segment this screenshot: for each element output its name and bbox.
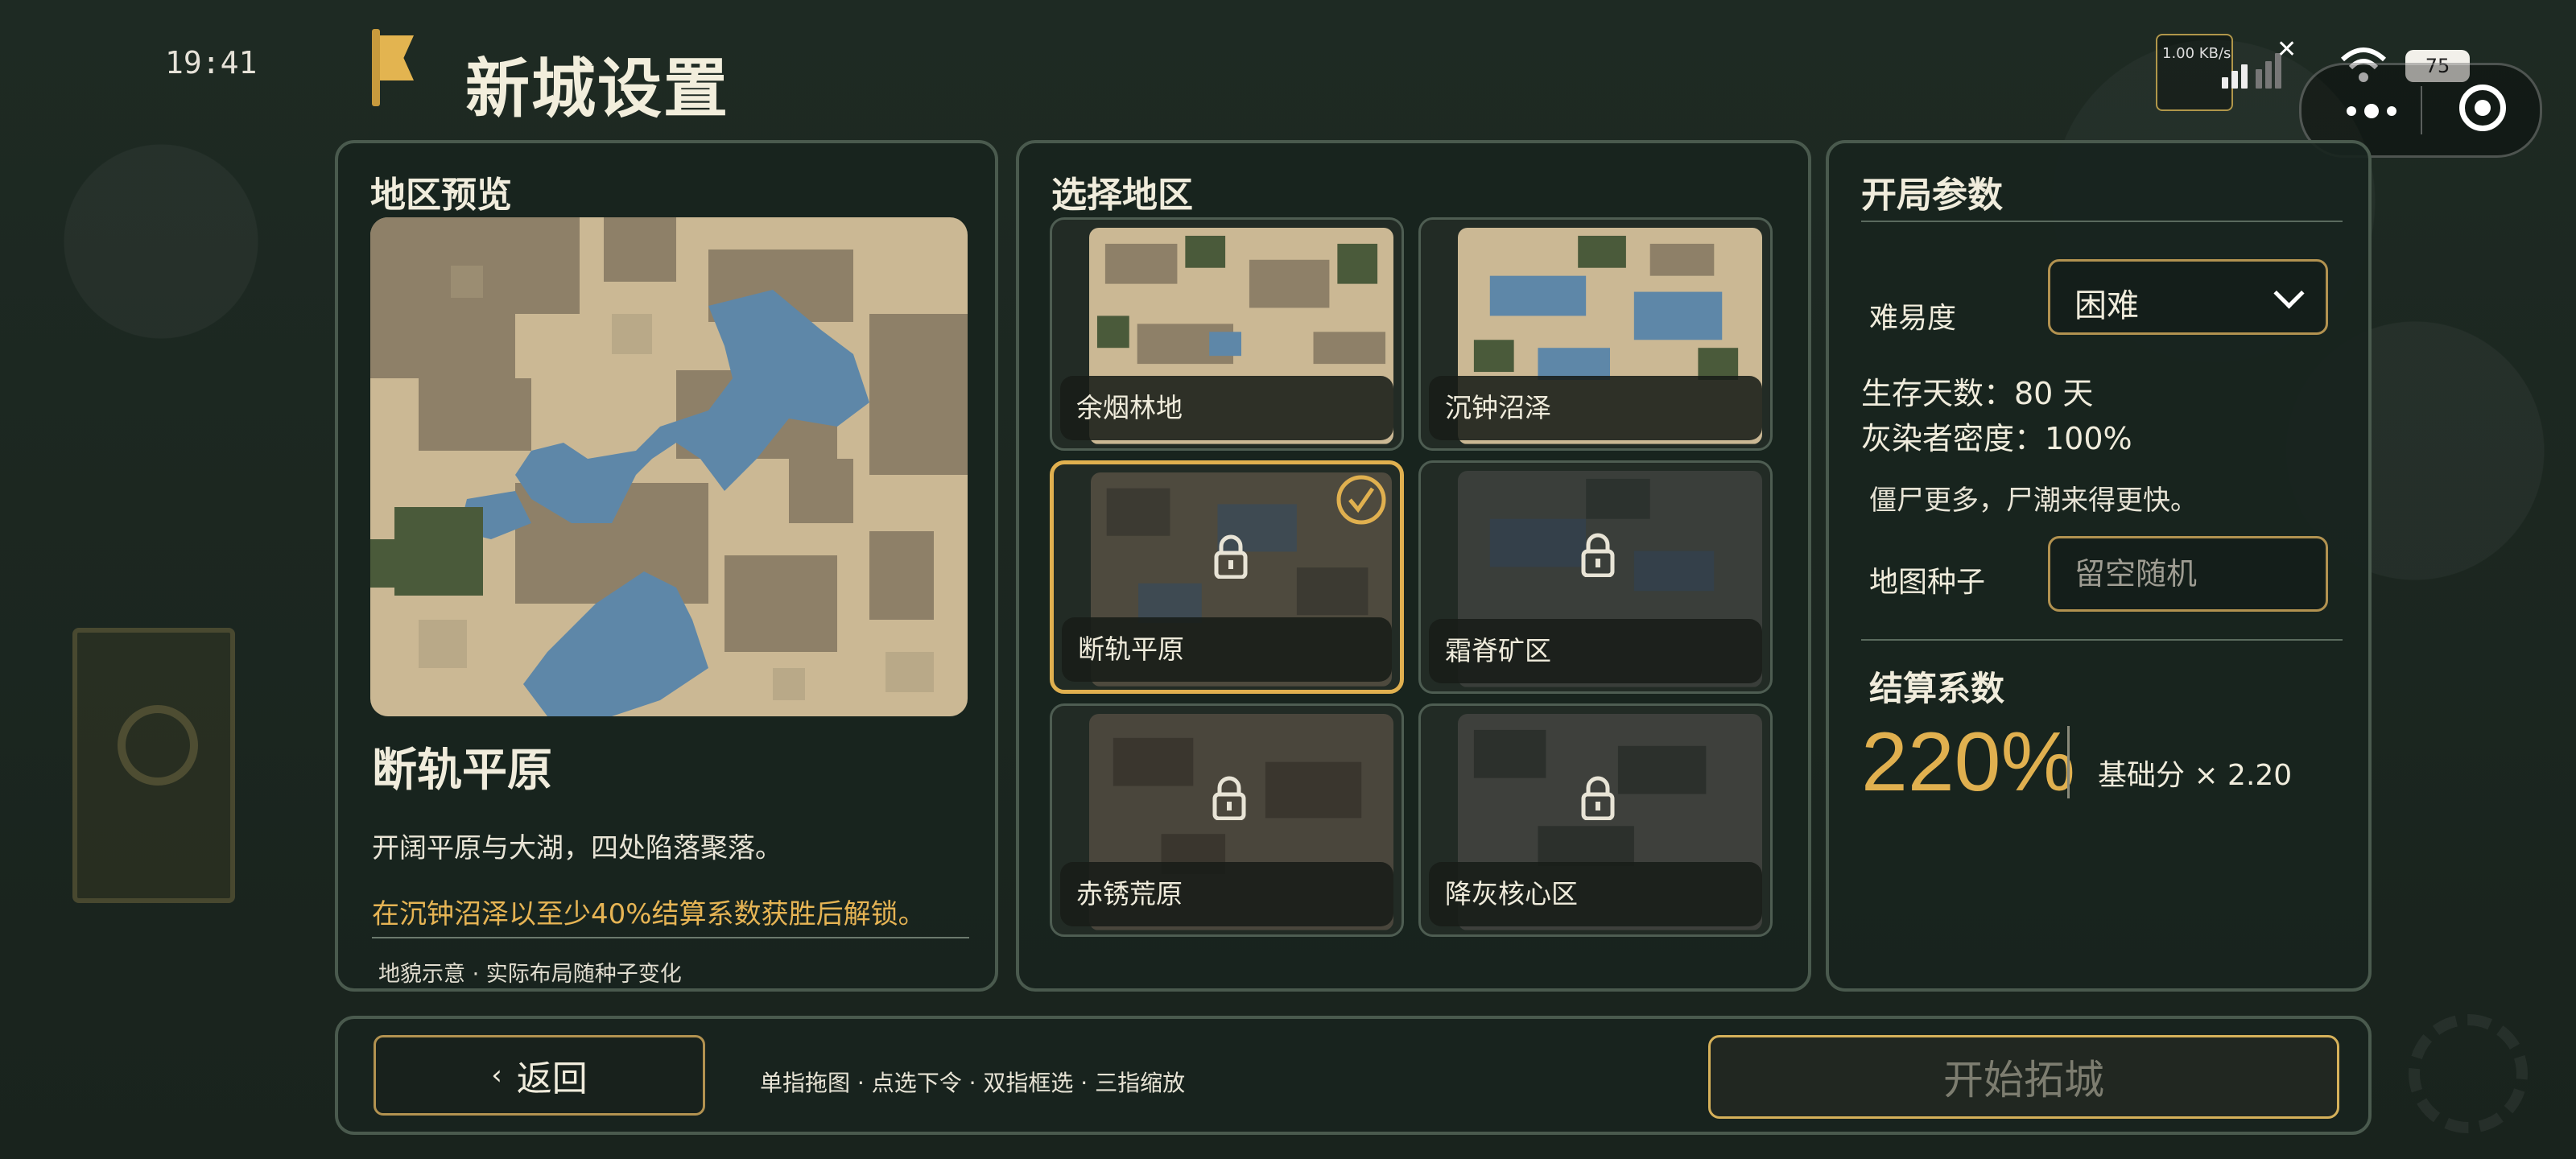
region-tile-yuyan-forest[interactable]: 余烟林地 bbox=[1050, 217, 1404, 451]
terrain-note: 地貌示意 · 实际布局随种子变化 bbox=[378, 962, 682, 987]
region-tile-duangui-plain[interactable]: 断轨平原 bbox=[1050, 460, 1404, 694]
lock-icon bbox=[1581, 776, 1615, 820]
divider bbox=[1861, 639, 2343, 641]
region-tile-chixiu-wasteland[interactable]: 赤锈荒原 bbox=[1050, 703, 1404, 937]
survival-days: 生存天数：80 天 bbox=[1861, 376, 2094, 411]
flag-icon bbox=[372, 29, 436, 106]
page-title: 新城设置 bbox=[465, 52, 729, 126]
infected-density: 灰染者密度：100% bbox=[1861, 421, 2132, 456]
lock-icon bbox=[1581, 533, 1615, 577]
seed-label: 地图种子 bbox=[1869, 566, 1986, 599]
chevron-down-icon bbox=[2273, 278, 2305, 309]
divider bbox=[1861, 221, 2343, 222]
region-label: 余烟林地 bbox=[1060, 376, 1393, 440]
divider bbox=[372, 937, 969, 938]
difficulty-value: 困难 bbox=[2074, 287, 2139, 324]
selected-map-name: 断轨平原 bbox=[372, 744, 552, 797]
close-app-icon[interactable] bbox=[2459, 85, 2506, 131]
region-select-panel: 选择地区 余烟林地 沉钟沼泽 断轨平原 霜脊矿区 赤锈荒原 降灰核心区 bbox=[1016, 140, 1811, 992]
map-description: 开阔平原与大湖，四处陷落聚落。 bbox=[372, 832, 782, 864]
controls-hint: 单指拖图 · 点选下令 · 双指框选 · 三指缩放 bbox=[760, 1070, 1186, 1096]
lock-icon bbox=[1212, 776, 1246, 820]
divider bbox=[2067, 726, 2070, 798]
gear-decoration-icon bbox=[2409, 1014, 2528, 1133]
selected-check-icon bbox=[1336, 475, 1386, 525]
difficulty-select[interactable]: 困难 bbox=[2048, 259, 2328, 335]
region-tile-chenzhong-swamp[interactable]: 沉钟沼泽 bbox=[1418, 217, 1773, 451]
params-title: 开局参数 bbox=[1861, 175, 2003, 216]
unlock-condition: 在沉钟沼泽以至少40%结算系数获胜后解锁。 bbox=[372, 898, 926, 930]
coef-value: 220% bbox=[1861, 716, 2075, 809]
chevron-left-icon: ‹ bbox=[491, 1059, 502, 1091]
coef-base-score: 基础分 × 2.20 bbox=[2098, 759, 2293, 792]
region-label: 沉钟沼泽 bbox=[1429, 376, 1762, 440]
region-tile-jianghui-core[interactable]: 降灰核心区 bbox=[1418, 703, 1773, 937]
region-label: 断轨平原 bbox=[1062, 617, 1392, 682]
back-button[interactable]: ‹ 返回 bbox=[374, 1035, 705, 1116]
signal-strength-icon bbox=[2222, 53, 2310, 89]
start-city-button[interactable]: 开始拓城 bbox=[1708, 1035, 2339, 1119]
coef-title: 结算系数 bbox=[1869, 669, 2005, 708]
region-label: 霜脊矿区 bbox=[1429, 619, 1762, 683]
difficulty-label: 难易度 bbox=[1869, 302, 1957, 335]
seed-input[interactable] bbox=[2048, 536, 2328, 612]
lock-icon bbox=[1214, 534, 1248, 579]
more-options-icon[interactable] bbox=[2347, 104, 2405, 119]
start-params-panel: 开局参数 难易度 困难 生存天数：80 天 灰染者密度：100% 僵尸更多，尸潮… bbox=[1826, 140, 2372, 992]
network-speed: 1.00 KB/s bbox=[2162, 45, 2231, 62]
map-preview-image bbox=[370, 217, 968, 716]
difficulty-hint: 僵尸更多，尸潮来得更快。 bbox=[1869, 485, 2198, 517]
start-button-label: 开始拓城 bbox=[1943, 1057, 2104, 1103]
back-button-label: 返回 bbox=[516, 1058, 588, 1099]
preview-panel-title: 地区预览 bbox=[370, 175, 512, 216]
decorative-sign bbox=[72, 628, 235, 903]
region-label: 赤锈荒原 bbox=[1060, 862, 1393, 926]
footer-bar: ‹ 返回 单指拖图 · 点选下令 · 双指框选 · 三指缩放 开始拓城 bbox=[335, 1016, 2372, 1135]
region-select-title: 选择地区 bbox=[1051, 175, 1193, 216]
no-signal-icon: ✕ bbox=[2277, 35, 2297, 64]
region-tile-shuangji-mine[interactable]: 霜脊矿区 bbox=[1418, 460, 1773, 694]
region-label: 降灰核心区 bbox=[1429, 862, 1762, 926]
region-preview-panel: 地区预览 断轨平原 开阔平原与大湖，四处陷落聚落。 在沉钟沼泽以至少40%结算系… bbox=[335, 140, 998, 992]
clock: 19:41 bbox=[165, 45, 258, 80]
